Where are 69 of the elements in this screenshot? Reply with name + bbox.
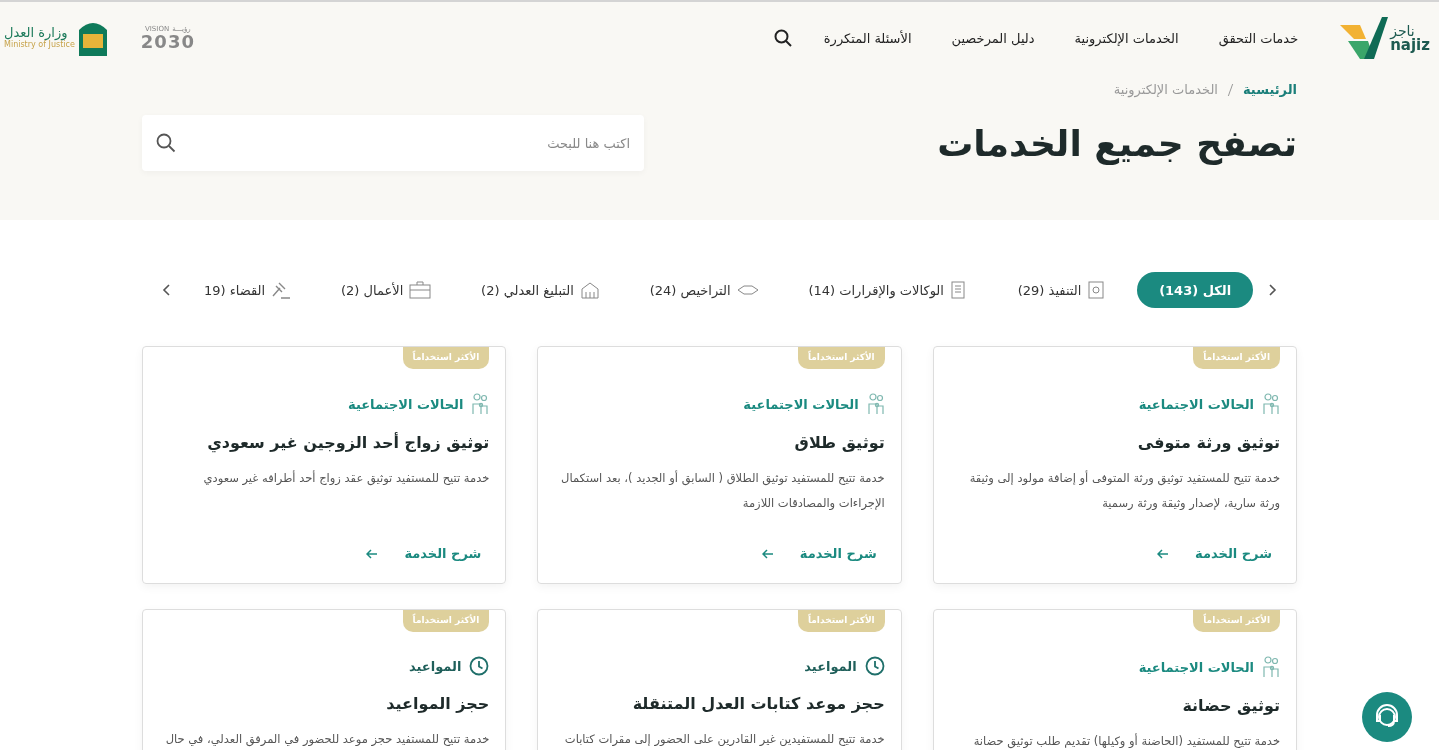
service-description: خدمة تتيح للمستفيدين غير القادرين على الحضور إلى مقرات كتابات [563, 731, 885, 748]
nav-link[interactable]: خدمات التحقق [1218, 30, 1299, 46]
people-icon [1262, 393, 1280, 415]
category-tab[interactable]: التبليغ العدلي (2) [463, 272, 618, 308]
gavel-icon [271, 281, 292, 299]
service-card[interactable]: الأكثر استخداماً الحالات الاجتماعية توثيق حضانة خدمة تتيح للمستفيد (الحاضنة أو وكيلها) تقديم طلب توثيق حضانة [932, 609, 1297, 750]
search-icon[interactable] [156, 133, 176, 153]
service-title: توثيق زواج أحد الزوجين غير سعودي [206, 433, 490, 452]
category-tab[interactable]: الوكالات والإقرارات (14) [790, 272, 986, 308]
service-card[interactable]: الأكثر استخداماً الحالات الاجتماعية توثيق زواج أحد الزوجين غير سعودي خدمة تتيح للمستفيد توثيق عقد زواج أحد أطرافه غير سعودي شرح الخدمة [142, 346, 507, 584]
chevron-right-icon[interactable] [1267, 283, 1277, 297]
page-title: تصفح جميع الخدمات [937, 122, 1297, 164]
service-details-link[interactable]: شرح الخدمة [761, 546, 877, 561]
most-used-badge: الأكثر استخداماً [402, 610, 490, 632]
category-label: المواعيد [804, 658, 857, 674]
breadcrumb-link[interactable]: الرئيسية [1242, 82, 1297, 97]
document-icon [1087, 281, 1106, 299]
most-used-badge: الأكثر استخداماً [797, 610, 885, 632]
arrow-icon [1157, 548, 1170, 559]
nav-link[interactable]: الأسئلة المتكررة [823, 30, 912, 46]
service-details-link[interactable]: شرح الخدمة [366, 546, 482, 561]
category-label: المواعيد [409, 658, 462, 674]
most-used-badge: الأكثر استخداماً [1193, 347, 1280, 369]
service-title: حجز المواعيد [385, 694, 490, 713]
category-tab[interactable]: التراخيص (24) [631, 272, 777, 308]
category-tab[interactable]: التنفيذ (29) [999, 272, 1124, 308]
search-field[interactable]: اكتب هنا للبحث [142, 115, 644, 171]
people-icon [1262, 656, 1280, 678]
logo-arabic-text: ناجز [1390, 23, 1415, 38]
clock-icon [864, 656, 885, 676]
search-input[interactable]: اكتب هنا للبحث [176, 134, 632, 152]
most-used-badge: الأكثر استخداماً [402, 347, 490, 369]
category-tab[interactable]: الأعمال (2) [323, 272, 450, 308]
service-card[interactable]: الأكثر استخداماً الحالات الاجتماعية توثيق ورثة متوفى خدمة تتيح للمستفيد توثيق ورثة المتوفى أو إضافة مولود إلى وثيقة ورثة سارية، لإصدار وثيقة ورثة رسمية شرح الخدمة [932, 346, 1297, 584]
most-used-badge: الأكثر استخداماً [797, 347, 885, 369]
support-button[interactable] [1362, 692, 1412, 742]
people-icon [866, 393, 885, 415]
service-description: خدمة تتيح للمستفيد (الحاضنة أو وكيلها) تقديم طلب توثيق حضانة [972, 732, 1280, 750]
service-description: خدمة تتيح للمستفيد توثيق عقد زواج أحد أطرافه غير سعودي [202, 469, 490, 488]
service-description: خدمة تتيح للمستفيد توثيق الطلاق ( السابق أو الجديد )، بعد استكمال الإجراءات والمصادقات اللازمة [560, 469, 885, 513]
briefcase-icon [409, 281, 432, 299]
checkmark-icon [1338, 15, 1389, 61]
service-title: توثيق طلاق [793, 433, 885, 452]
category-label: الحالات الاجتماعية [1138, 659, 1254, 675]
arrow-icon [366, 548, 379, 559]
category-label: الحالات الاجتماعية [348, 396, 464, 412]
people-icon [471, 393, 490, 415]
category-label: الحالات الاجتماعية [1138, 396, 1254, 412]
nav-link[interactable]: الخدمات الإلكترونية [1074, 30, 1179, 46]
document-icon [949, 281, 968, 299]
service-description: خدمة تتيح للمستفيد حجز موعد للحضور في المرفق العدلي، في حال [164, 731, 490, 749]
service-details-link[interactable]: شرح الخدمة [1157, 546, 1272, 561]
service-card[interactable]: الأكثر استخداماً المواعيد حجز موعد كتابات العدل المتنقلة خدمة تتيح للمستفيدين غير القادرين على الحضور إلى مقرات كتابات [537, 609, 902, 750]
building-icon [579, 281, 600, 299]
category-label: الحالات الاجتماعية [743, 396, 859, 412]
chevron-left-icon[interactable] [162, 283, 173, 297]
search-icon[interactable] [773, 29, 792, 47]
arrow-icon [761, 548, 774, 559]
category-tab[interactable]: الكل (143) [1137, 272, 1254, 308]
service-card[interactable]: الأكثر استخداماً المواعيد حجز المواعيد خدمة تتيح للمستفيد حجز موعد للحضور في المرفق العدلي، في حال [142, 609, 507, 750]
service-description: خدمة تتيح للمستفيد توثيق ورثة المتوفى أو إضافة مولود إلى وثيقة ورثة سارية، لإصدار وثيقة ورثة رسمية [968, 469, 1280, 513]
service-card[interactable]: الأكثر استخداماً الحالات الاجتماعية توثيق طلاق خدمة تتيح للمستفيد توثيق الطلاق ( السابق أو الجديد )، بعد استكمال الإجراءات والمصادقات اللازمة شرح الخدمة [537, 346, 902, 584]
nav-link[interactable]: دليل المرخصين [951, 30, 1035, 46]
service-title: توثيق حضانة [1181, 696, 1280, 715]
category-tab[interactable]: القضاء (19 [185, 272, 310, 308]
service-title: توثيق ورثة متوفى [1136, 433, 1280, 452]
most-used-badge: الأكثر استخداماً [1193, 610, 1280, 632]
clock-icon [469, 656, 490, 676]
service-title: حجز موعد كتابات العدل المتنقلة [631, 694, 885, 713]
